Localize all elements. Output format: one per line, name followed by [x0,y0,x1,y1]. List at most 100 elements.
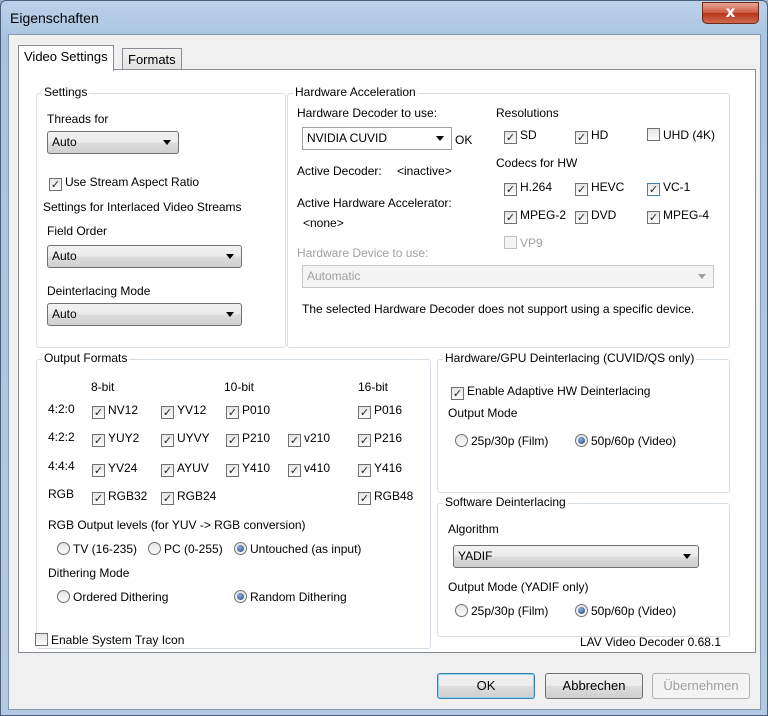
hw-deint-title: Hardware/GPU Deinterlacing (CUVID/QS onl… [443,351,697,365]
adaptive-hw-deint-label: Enable Adaptive HW Deinterlacing [467,384,651,398]
rgb-levels-label: RGB Output levels (for YUV -> RGB conver… [48,518,306,532]
fmt-rgb48-checkbox[interactable]: ✓ RGB48 [358,489,413,505]
hw-mode-video-label: 50p/60p (Video) [591,434,677,448]
system-tray-checkbox[interactable]: Enable System Tray Icon [35,633,184,649]
fmt-uyvy-checkbox[interactable]: ✓ UYVY [161,431,210,447]
fmt-yv24-checkbox[interactable]: ✓ YV24 [92,461,137,477]
close-button[interactable]: x [702,2,759,24]
radio-off-icon [57,542,70,555]
header-16bit: 16-bit [358,380,389,394]
fmt-y410-label: Y410 [242,461,271,475]
levels-tv-radio[interactable]: TV (16-235) [57,542,137,558]
tab-video-settings[interactable]: Video Settings [18,45,114,71]
hw-device-dropdown[interactable]: Automatic [302,265,714,288]
ok-button[interactable]: OK [437,673,535,699]
fmt-uyvy-label: UYVY [177,431,210,445]
fmt-yv12-checkbox[interactable]: ✓ YV12 [161,403,206,419]
version-label: LAV Video Decoder 0.68.1 [580,635,721,649]
fmt-yuy2-label: YUY2 [108,431,140,445]
checkbox-checked-icon: ✓ [504,183,517,196]
codec-vc1-checkbox[interactable]: ✓ VC-1 [647,180,690,196]
field-order-dropdown[interactable]: Auto [47,245,242,268]
codec-vc1-label: VC-1 [663,180,691,194]
fmt-p016-checkbox[interactable]: ✓ P016 [358,403,402,419]
checkbox-checked-icon: ✓ [504,131,517,144]
radio-on-icon [234,590,247,603]
fmt-rgb32-checkbox[interactable]: ✓ RGB32 [92,489,147,505]
checkbox-checked-icon: ✓ [92,434,105,447]
res-uhd-label: UHD (4K) [663,128,716,142]
codecs-label: Codecs for HW [496,156,578,170]
res-sd-label: SD [520,128,537,142]
checkbox-checked-icon: ✓ [575,183,588,196]
cancel-button[interactable]: Abbrechen [545,673,643,699]
sw-mode-video-radio[interactable]: 50p/60p (Video) [575,604,676,620]
res-uhd-checkbox[interactable]: UHD (4K) [647,128,715,144]
fmt-v210-checkbox[interactable]: ✓ v210 [288,431,330,447]
output-formats-title: Output Formats [42,351,130,365]
res-hd-checkbox[interactable]: ✓ HD [575,128,608,144]
levels-untouched-radio[interactable]: Untouched (as input) [234,542,361,558]
fmt-nv12-checkbox[interactable]: ✓ NV12 [92,403,138,419]
header-10bit: 10-bit [224,380,255,394]
hw-decoder-dropdown[interactable]: NVIDIA CUVID [302,127,452,150]
hw-device-value: Automatic [307,269,361,283]
fmt-ayuv-checkbox[interactable]: ✓ AYUV [161,461,209,477]
res-sd-checkbox[interactable]: ✓ SD [504,128,537,144]
hw-device-label: Hardware Device to use: [297,246,429,260]
radio-off-icon [148,542,161,555]
fmt-p216-checkbox[interactable]: ✓ P216 [358,431,402,447]
field-order-label: Field Order [47,224,108,238]
codec-mpeg2-checkbox[interactable]: ✓ MPEG-2 [504,208,566,224]
hw-mode-video-radio[interactable]: 50p/60p (Video) [575,434,676,450]
video-settings-panel: Settings Threads for Auto ✓ Use Stream As… [18,69,756,653]
fmt-rgb48-label: RGB48 [374,489,414,503]
dither-random-radio[interactable]: Random Dithering [234,590,347,606]
hw-mode-film-label: 25p/30p (Film) [471,434,549,448]
levels-pc-label: PC (0-255) [164,542,223,556]
title-bar: Eigenschaften x [1,1,767,35]
radio-on-icon [234,542,247,555]
codec-dvd-checkbox[interactable]: ✓ DVD [575,208,616,224]
aspect-ratio-checkbox[interactable]: ✓ Use Stream Aspect Ratio [49,175,199,191]
threads-dropdown[interactable]: Auto [47,131,179,154]
chevron-down-icon [698,274,706,279]
hw-decoder-value: NVIDIA CUVID [307,131,388,145]
fmt-p016-label: P016 [374,403,403,417]
apply-button[interactable]: Übernehmen [652,673,750,699]
fmt-p216-label: P216 [374,431,403,445]
adaptive-hw-deint-checkbox[interactable]: ✓ Enable Adaptive HW Deinterlacing [451,384,650,400]
header-8bit: 8-bit [91,380,115,394]
fmt-v410-checkbox[interactable]: ✓ v410 [288,461,330,477]
tab-formats[interactable]: Formats [122,48,182,71]
codec-vp9-checkbox[interactable]: VP9 [504,236,543,252]
fmt-p010-label: P010 [242,403,271,417]
fmt-y416-checkbox[interactable]: ✓ Y416 [358,461,402,477]
sw-mode-video-label: 50p/60p (Video) [591,604,677,618]
fmt-p210-checkbox[interactable]: ✓ P210 [226,431,270,447]
codec-mpeg4-checkbox[interactable]: ✓ MPEG-4 [647,208,709,224]
fmt-yuy2-checkbox[interactable]: ✓ YUY2 [92,431,139,447]
fmt-p010-checkbox[interactable]: ✓ P010 [226,403,270,419]
deint-mode-dropdown[interactable]: Auto [47,303,242,326]
dither-ordered-label: Ordered Dithering [73,590,169,604]
codec-hevc-checkbox[interactable]: ✓ HEVC [575,180,624,196]
dialog-client: Video Settings Formats Settings Threads … [8,34,761,710]
aspect-ratio-label: Use Stream Aspect Ratio [65,175,200,189]
checkbox-checked-icon: ✓ [161,406,174,419]
fmt-rgb24-checkbox[interactable]: ✓ RGB24 [161,489,216,505]
levels-pc-radio[interactable]: PC (0-255) [148,542,223,558]
dither-ordered-radio[interactable]: Ordered Dithering [57,590,168,606]
fmt-y416-label: Y416 [374,461,403,475]
active-decoder-label: Active Decoder: [297,164,382,178]
hw-mode-film-radio[interactable]: 25p/30p (Film) [455,434,548,450]
hw-device-note: The selected Hardware Decoder does not s… [302,302,695,316]
fmt-y410-checkbox[interactable]: ✓ Y410 [226,461,270,477]
codec-vp9-label: VP9 [520,236,543,250]
codec-h264-checkbox[interactable]: ✓ H.264 [504,180,552,196]
sw-mode-film-radio[interactable]: 25p/30p (Film) [455,604,548,620]
checkbox-checked-icon: ✓ [288,464,301,477]
algorithm-dropdown[interactable]: YADIF [453,545,699,568]
radio-off-icon [57,590,70,603]
resolutions-label: Resolutions [496,106,559,120]
